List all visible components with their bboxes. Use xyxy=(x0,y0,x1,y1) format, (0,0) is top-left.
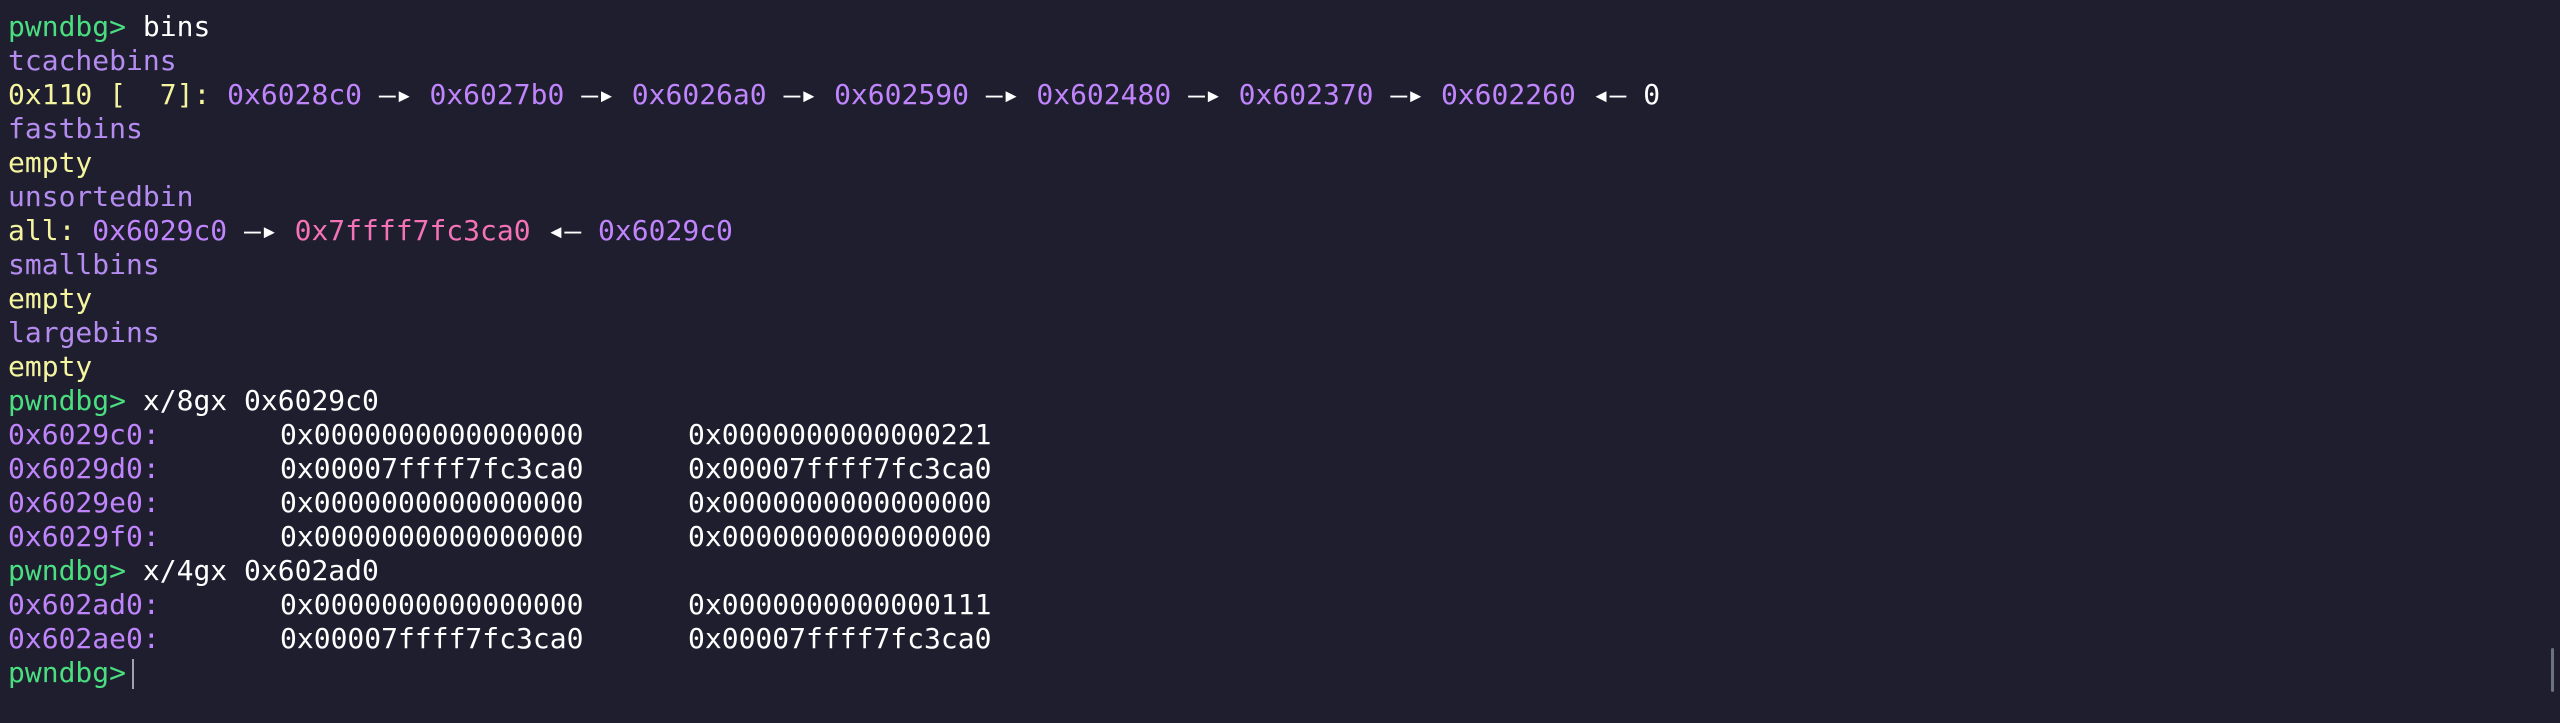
arrow: —▸ xyxy=(244,214,278,247)
prompt: pwndbg> xyxy=(8,10,127,43)
memory-row: 0x6029f0: 0x0000000000000000 0x00000000000… xyxy=(8,520,2560,554)
memory-address: 0x6029e0: xyxy=(8,486,160,519)
memory-row: 0x6029d0: 0x00007ffff7fc3ca0 0x00007ffff7f… xyxy=(8,452,2560,486)
text-cursor[interactable] xyxy=(132,659,135,689)
empty-label: empty xyxy=(8,146,93,179)
memory-row: 0x6029c0: 0x0000000000000000 0x00000000000… xyxy=(8,418,2560,452)
unsorted-chain-line: all: 0x6029c0 —▸ 0x7ffff7fc3ca0 ◂— 0x602… xyxy=(8,214,2560,248)
tcachebins-heading: tcachebins xyxy=(8,44,177,77)
memory-value: 0x00007ffff7fc3ca0 xyxy=(280,452,584,485)
arrow: —▸ xyxy=(783,78,818,111)
memory-address: 0x6029f0: xyxy=(8,520,160,553)
memory-row: 0x602ae0: 0x00007ffff7fc3ca0 0x00007ffff7f… xyxy=(8,622,2560,656)
libc-address: 0x7ffff7fc3ca0 xyxy=(294,214,531,247)
chunk-address: 0x602370 xyxy=(1238,78,1374,111)
empty-label: empty xyxy=(8,282,93,315)
memory-value: 0x00007ffff7fc3ca0 xyxy=(280,622,584,655)
command-line: pwndbg> x/8gx 0x6029c0 xyxy=(8,384,2560,418)
prompt: pwndbg> xyxy=(8,554,127,587)
arrow: —▸ xyxy=(1390,78,1425,111)
chunk-address: 0x602480 xyxy=(1036,78,1172,111)
memory-value: 0x00007ffff7fc3ca0 xyxy=(688,622,992,655)
memory-address: 0x6029c0: xyxy=(8,418,160,451)
chunk-address: 0x6029c0 xyxy=(92,214,228,247)
memory-address: 0x602ad0: xyxy=(8,588,160,621)
terminal-window[interactable]: pwndbg> bins tcachebins 0x110 [ 7]: 0x60… xyxy=(0,0,2560,723)
output-line: empty xyxy=(8,282,2560,316)
output-line: largebins xyxy=(8,316,2560,350)
chunk-address: 0x6027b0 xyxy=(429,78,565,111)
output-line: unsortedbin xyxy=(8,180,2560,214)
memory-value: 0x0000000000000111 xyxy=(688,588,992,621)
tcache-size: 0x110 xyxy=(8,78,93,111)
memory-value: 0x0000000000000000 xyxy=(688,486,992,519)
chunk-address: 0x602590 xyxy=(834,78,969,111)
memory-address: 0x602ae0: xyxy=(8,622,160,655)
memory-value: 0x0000000000000000 xyxy=(280,418,584,451)
arrow: —▸ xyxy=(378,78,413,111)
arrow: —▸ xyxy=(581,78,615,111)
arrow: —▸ xyxy=(985,78,1020,111)
back-arrow: ◂— xyxy=(547,214,582,247)
chunk-address: 0x6026a0 xyxy=(631,78,767,111)
memory-address: 0x6029d0: xyxy=(8,452,160,485)
output-line: empty xyxy=(8,350,2560,384)
memory-value: 0x0000000000000221 xyxy=(688,418,992,451)
output-line: smallbins xyxy=(8,248,2560,282)
chunk-address: 0x6029c0 xyxy=(598,214,733,247)
memory-value: 0x00007ffff7fc3ca0 xyxy=(688,452,992,485)
memory-value: 0x0000000000000000 xyxy=(280,486,584,519)
smallbins-heading: smallbins xyxy=(8,248,160,281)
scrollbar[interactable] xyxy=(2551,648,2554,692)
back-arrow: ◂— xyxy=(1592,78,1627,111)
output-line: empty xyxy=(8,146,2560,180)
chunk-address: 0x602260 xyxy=(1440,78,1576,111)
chunk-address: 0x6028c0 xyxy=(227,78,363,111)
empty-label: empty xyxy=(8,350,93,383)
prompt: pwndbg> xyxy=(8,384,127,417)
chain-end: 0 xyxy=(1643,78,1661,111)
command-text: x/8gx 0x6029c0 xyxy=(142,384,379,417)
command-text: x/4gx 0x602ad0 xyxy=(142,554,379,587)
output-line: fastbins xyxy=(8,112,2560,146)
unsortedbin-heading: unsortedbin xyxy=(8,180,194,213)
memory-value: 0x0000000000000000 xyxy=(688,520,992,553)
tcache-count: [ 7]: xyxy=(109,78,211,111)
largebins-heading: largebins xyxy=(8,316,160,349)
memory-row: 0x6029e0: 0x0000000000000000 0x00000000000… xyxy=(8,486,2560,520)
memory-row: 0x602ad0: 0x0000000000000000 0x00000000000… xyxy=(8,588,2560,622)
command-text: bins xyxy=(142,10,211,43)
command-line: pwndbg> bins xyxy=(8,10,2560,44)
memory-value: 0x0000000000000000 xyxy=(280,520,584,553)
memory-value: 0x0000000000000000 xyxy=(280,588,584,621)
prompt: pwndbg> xyxy=(8,656,127,689)
command-line: pwndbg> x/4gx 0x602ad0 xyxy=(8,554,2560,588)
all-label: all: xyxy=(8,214,76,247)
output-line: tcachebins xyxy=(8,44,2560,78)
tcache-chain-line: 0x110 [ 7]: 0x6028c0 —▸ 0x6027b0 —▸ 0x60… xyxy=(8,78,2560,112)
arrow: —▸ xyxy=(1188,78,1222,111)
fastbins-heading: fastbins xyxy=(8,112,143,145)
active-prompt-line[interactable]: pwndbg> xyxy=(8,656,2560,690)
